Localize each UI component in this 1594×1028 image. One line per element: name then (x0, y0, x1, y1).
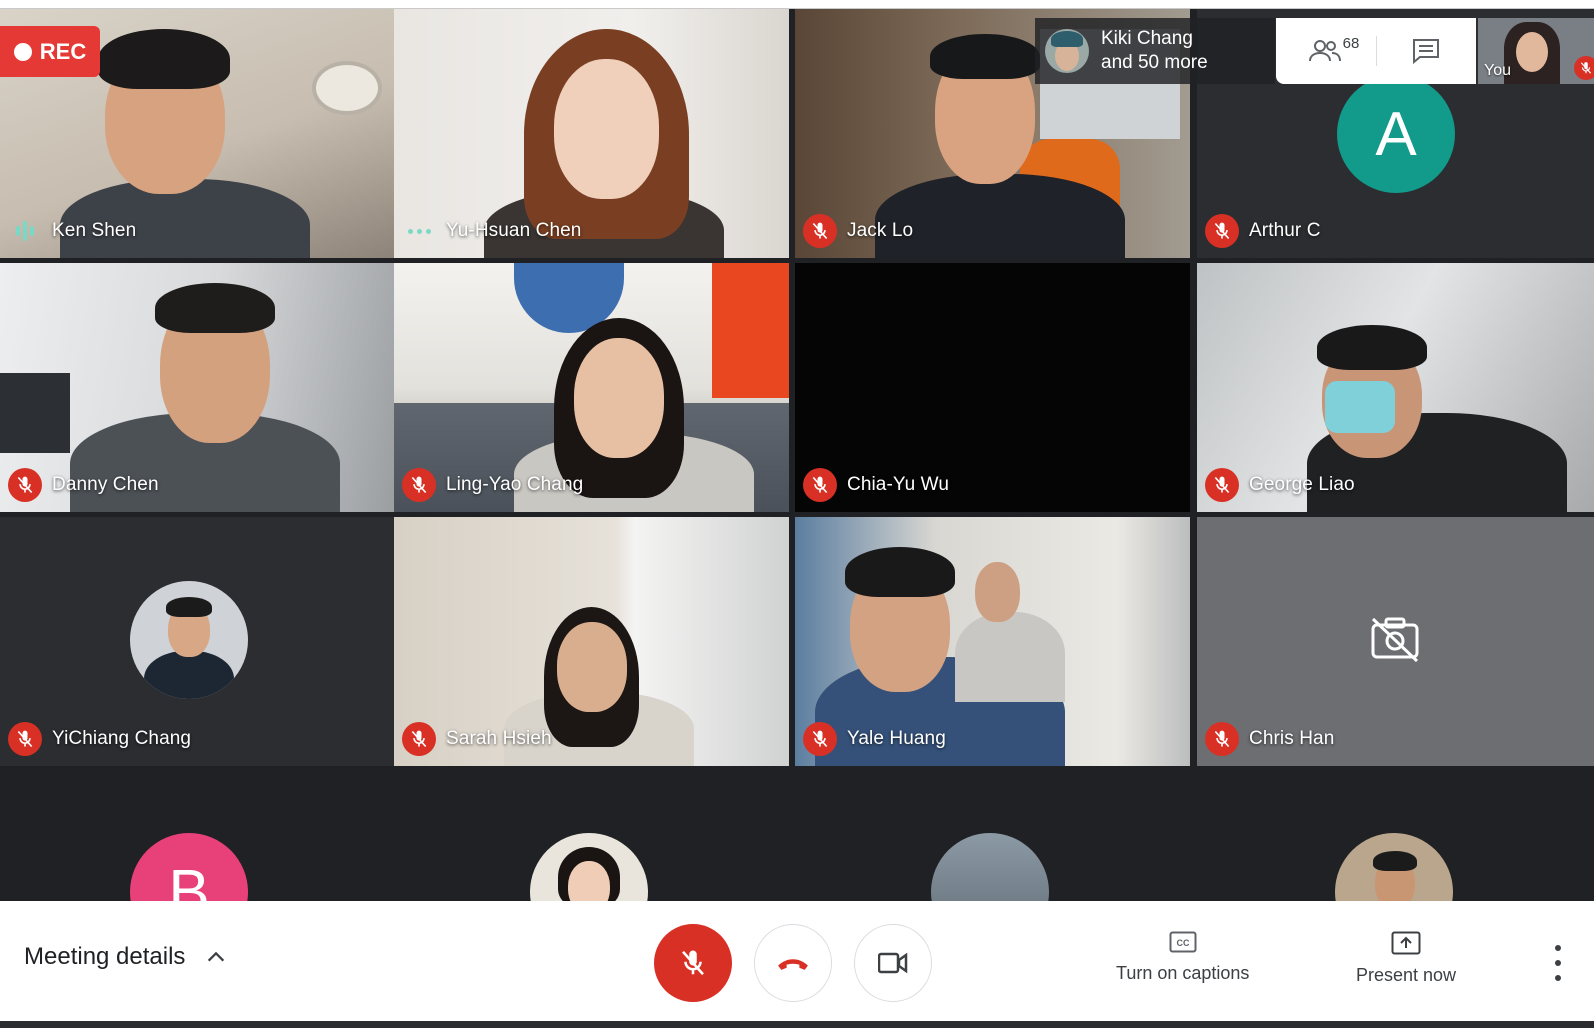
participant-name: Ling-Yao Chang (446, 474, 584, 495)
tile-partial-4[interactable] (1197, 771, 1594, 901)
control-bar: Meeting details CC Turn on captions Pres… (0, 901, 1594, 1021)
mic-off-icon (1205, 722, 1239, 756)
mic-off-icon (402, 722, 436, 756)
meeting-details-label: Meeting details (24, 943, 186, 970)
closed-captions-icon: CC (1169, 931, 1197, 953)
video-camera-icon (878, 952, 908, 974)
more-options-button[interactable] (1548, 945, 1568, 981)
tile-chris-han[interactable]: Chris Han (1197, 517, 1594, 766)
people-icon (1308, 40, 1341, 62)
tile-partial-2[interactable] (394, 771, 789, 901)
tile-george-liao[interactable]: George Liao (1197, 263, 1594, 512)
participant-nameplate: Chris Han (1205, 722, 1334, 756)
tile-yichiang-chang[interactable]: YiChiang Chang (0, 517, 395, 766)
chat-icon (1413, 39, 1439, 64)
captions-button[interactable]: CC Turn on captions (1116, 931, 1249, 984)
recording-label: REC (39, 38, 87, 64)
participant-name: Danny Chen (52, 474, 159, 495)
participant-name: Arthur C (1249, 220, 1321, 241)
participant-nameplate: Ling-Yao Chang (402, 468, 583, 502)
leave-call-button[interactable] (754, 924, 832, 1002)
presence-chip[interactable]: Kiki Chang and 50 more (1035, 18, 1275, 84)
mic-off-icon (1205, 214, 1239, 248)
avatar: B (130, 833, 248, 901)
microphone-toggle-button[interactable] (654, 924, 732, 1002)
svg-text:CC: CC (1176, 938, 1189, 948)
mic-off-icon (803, 468, 837, 502)
participant-name: Ken Shen (52, 220, 137, 241)
present-screen-icon (1391, 931, 1421, 955)
browser-top-strip (0, 0, 1594, 9)
chat-button[interactable] (1404, 30, 1448, 72)
mic-off-icon (8, 722, 42, 756)
participant-name: Jack Lo (847, 220, 914, 241)
participants-button[interactable]: 68 (1304, 30, 1364, 72)
tile-sarah-hsieh[interactable]: Sarah Hsieh (394, 517, 789, 766)
participant-nameplate: Yu-Hsuan Chen (402, 214, 581, 248)
participant-name: Yale Huang (847, 728, 946, 749)
hang-up-icon (778, 958, 808, 970)
participant-grid: Ken Shen Yu-Hsuan Chen Jack Lo A Arthur … (0, 9, 1594, 901)
top-right-panel: 68 (1276, 18, 1476, 84)
participant-name: Chia-Yu Wu (847, 474, 950, 495)
mic-off-icon (402, 468, 436, 502)
mic-off-icon (1205, 468, 1239, 502)
mic-off-icon (803, 722, 837, 756)
self-label: You (1484, 62, 1511, 79)
tile-danny-chen[interactable]: Danny Chen (0, 263, 395, 512)
participant-nameplate: Chia-Yu Wu (803, 468, 949, 502)
camera-off-icon (1369, 615, 1421, 663)
participant-nameplate: Danny Chen (8, 468, 159, 502)
participants-count: 68 (1342, 34, 1360, 52)
window-bottom-edge (0, 1021, 1594, 1028)
participant-nameplate: Yale Huang (803, 722, 946, 756)
avatar: A (1337, 75, 1455, 193)
avatar (130, 581, 248, 699)
avatar (1335, 833, 1453, 901)
tile-partial-b[interactable]: B (0, 771, 395, 901)
mic-off-icon (682, 950, 704, 976)
avatar (1045, 29, 1089, 73)
camera-toggle-button[interactable] (854, 924, 932, 1002)
participant-nameplate: Sarah Hsieh (402, 722, 552, 756)
participant-nameplate: Ken Shen (8, 214, 136, 248)
tile-yale-huang[interactable]: Yale Huang (795, 517, 1190, 766)
active-dots-icon (402, 214, 436, 248)
tile-chia-yu-wu[interactable]: Chia-Yu Wu (795, 263, 1190, 512)
presence-line-1: Kiki Chang (1101, 28, 1193, 49)
participant-name: Chris Han (1249, 728, 1335, 749)
divider (1376, 36, 1377, 66)
speaking-indicator-icon (8, 214, 42, 248)
present-label: Present now (1356, 965, 1457, 985)
tile-yu-hsuan-chen[interactable]: Yu-Hsuan Chen (394, 9, 789, 258)
mic-off-icon (803, 214, 837, 248)
avatar (931, 833, 1049, 901)
captions-label: Turn on captions (1116, 963, 1250, 983)
presence-line-2: and 50 more (1101, 52, 1208, 73)
participant-name: YiChiang Chang (52, 728, 192, 749)
tile-partial-3[interactable] (795, 771, 1190, 901)
record-dot-icon (13, 42, 32, 61)
recording-indicator: REC (0, 26, 100, 77)
present-now-button[interactable]: Present now (1356, 931, 1456, 986)
avatar (530, 833, 648, 901)
self-view-tile[interactable]: You (1478, 18, 1594, 84)
mic-off-icon (8, 468, 42, 502)
participant-name: Sarah Hsieh (446, 728, 552, 749)
chevron-up-icon (208, 951, 225, 962)
participant-nameplate: Arthur C (1205, 214, 1321, 248)
participant-name: George Liao (1249, 474, 1355, 495)
mic-off-icon (1574, 56, 1594, 80)
participant-nameplate: Jack Lo (803, 214, 913, 248)
participant-nameplate: George Liao (1205, 468, 1355, 502)
tile-ling-yao-chang[interactable]: Ling-Yao Chang (394, 263, 789, 512)
meeting-details-button[interactable]: Meeting details (24, 943, 227, 971)
participant-nameplate: YiChiang Chang (8, 722, 191, 756)
participant-name: Yu-Hsuan Chen (446, 220, 582, 241)
